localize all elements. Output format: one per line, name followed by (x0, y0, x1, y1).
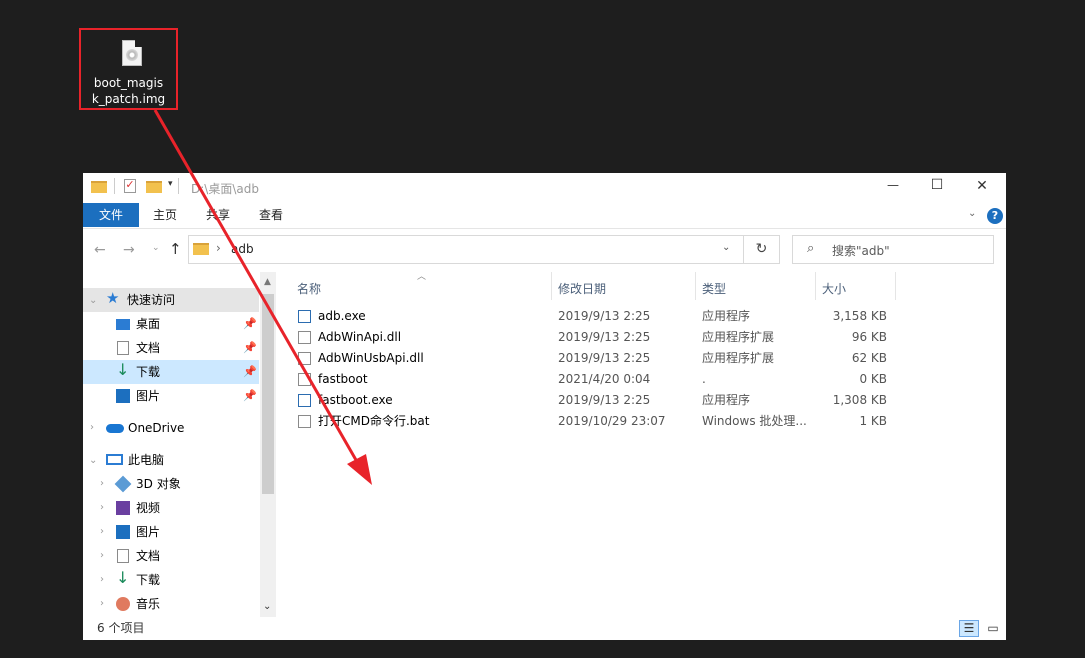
arrow-line (153, 109, 358, 461)
arrow-head (347, 454, 372, 485)
drag-arrow-annotation (153, 109, 372, 485)
